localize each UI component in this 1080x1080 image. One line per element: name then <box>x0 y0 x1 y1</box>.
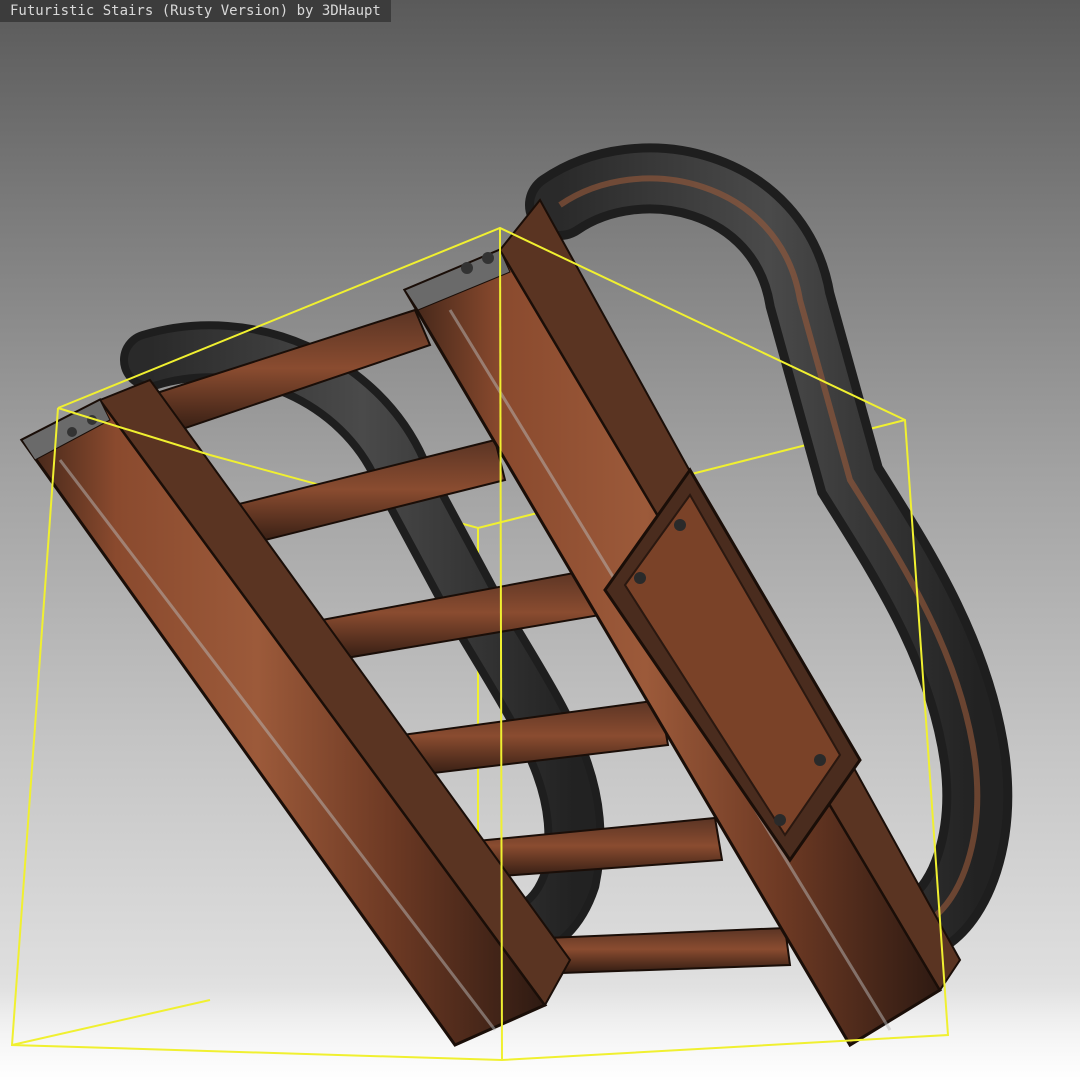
stairs-model-render[interactable] <box>0 0 1080 1080</box>
3d-viewport[interactable]: Futuristic Stairs (Rusty Version) by 3DH… <box>0 0 1080 1080</box>
